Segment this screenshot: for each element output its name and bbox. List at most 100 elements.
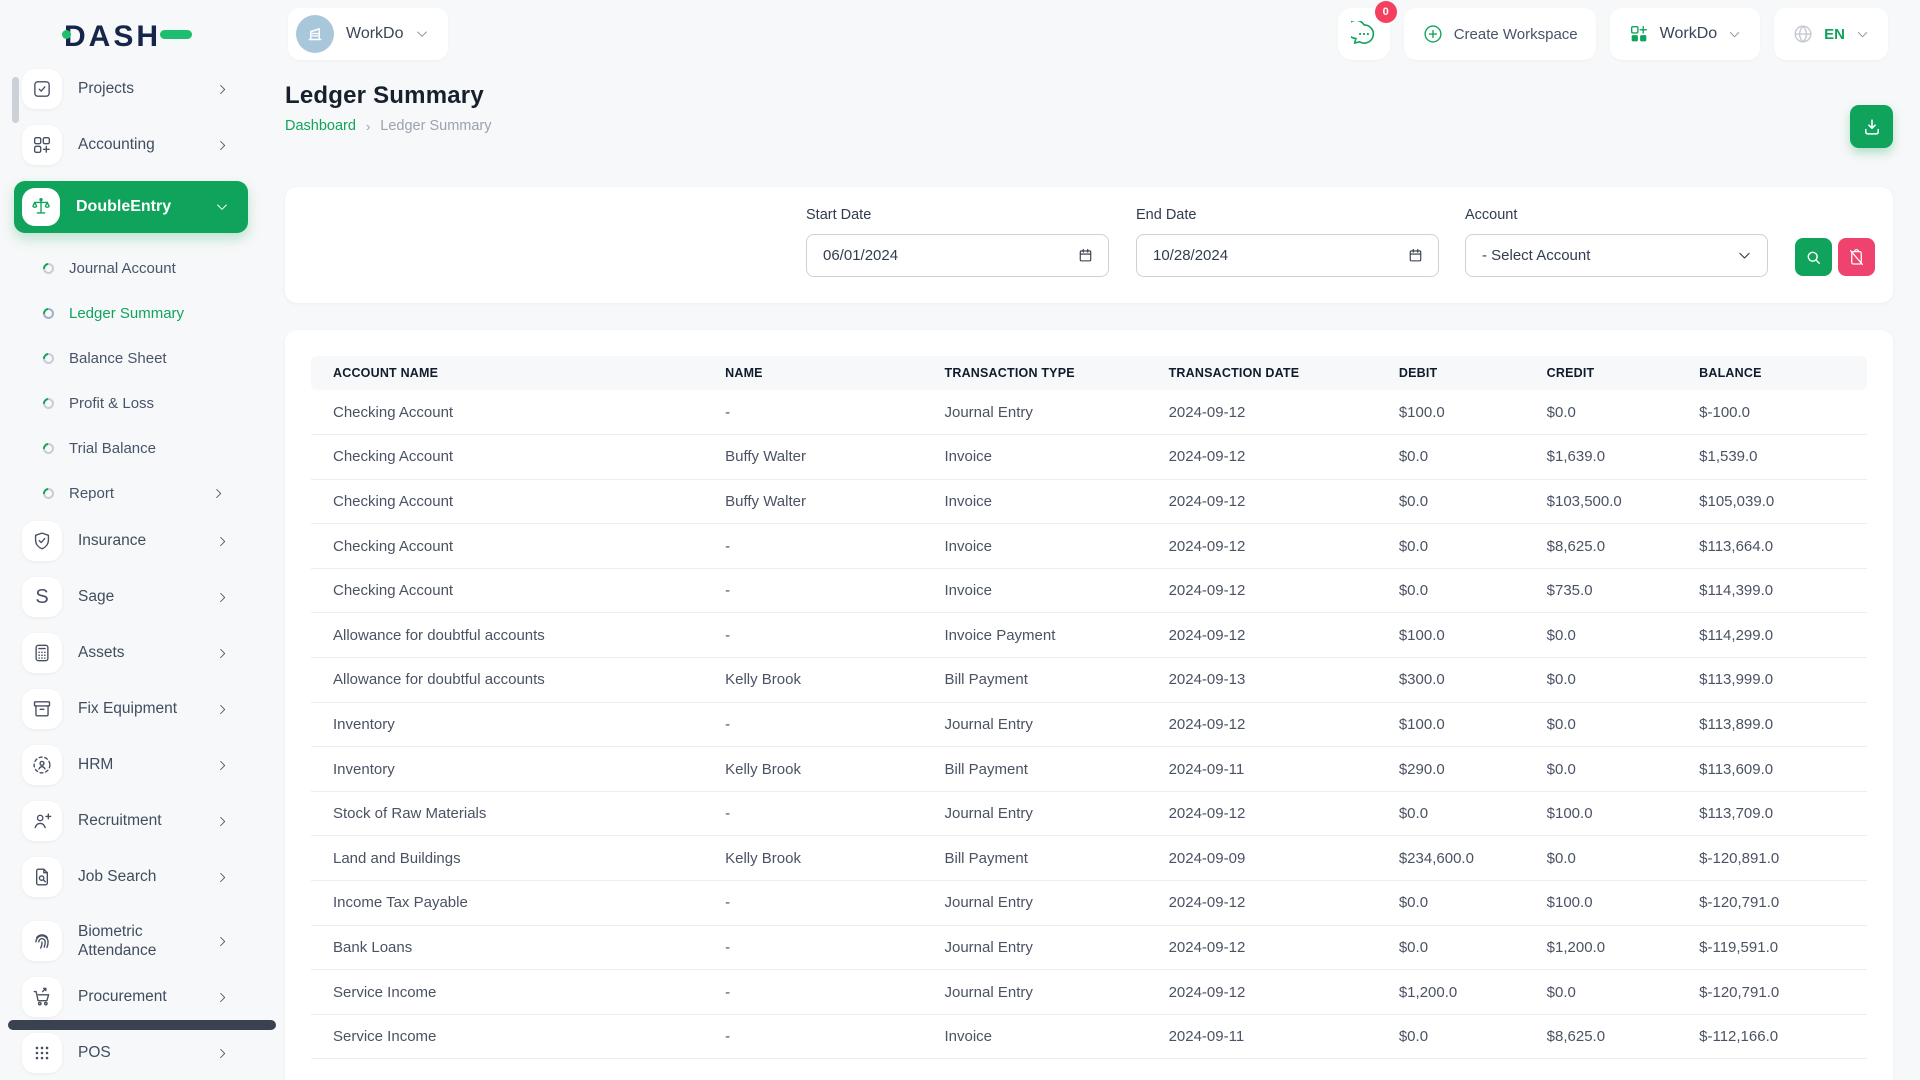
table-cell: $100.0 (1377, 613, 1525, 658)
table-cell: $-100.0 (1677, 390, 1867, 435)
top-header: DASH WorkDo 0 Create Workspace WorkDo EN (0, 0, 1920, 70)
table-cell: Kelly Brook (703, 747, 922, 792)
sage-icon-box: S (22, 577, 62, 617)
end-date-value: 10/28/2024 (1153, 247, 1407, 264)
apply-filter-button[interactable] (1795, 238, 1832, 276)
sidebar-item-doubleentry[interactable]: DoubleEntry (14, 181, 248, 233)
sidebar-subitem-balance-sheet[interactable]: Balance Sheet (43, 341, 262, 375)
account-select[interactable]: - Select Account (1465, 234, 1768, 277)
building-icon (304, 23, 326, 45)
sidebar-item-fix-equipment[interactable]: Fix Equipment (22, 689, 262, 729)
table-cell: $113,664.0 (1677, 524, 1867, 569)
sidebar-horizontal-scrollbar[interactable] (8, 1020, 276, 1030)
messages-button[interactable]: 0 (1338, 8, 1390, 60)
breadcrumb-current: Ledger Summary (380, 118, 491, 134)
sidebar-item-projects[interactable]: Projects (22, 69, 262, 109)
sidebar-subitem-ledger-summary[interactable]: Ledger Summary (43, 296, 262, 330)
table-cell: Checking Account (311, 568, 703, 613)
table-cell: $0.0 (1377, 435, 1525, 480)
create-workspace-button[interactable]: Create Workspace (1404, 8, 1596, 60)
column-header-transaction-type: TRANSACTION TYPE (923, 356, 1147, 390)
table-cell: Bill Payment (923, 747, 1147, 792)
bullet-icon (41, 260, 56, 275)
end-date-label: End Date (1136, 207, 1439, 223)
table-cell: $103,500.0 (1525, 479, 1677, 524)
workspace-switcher[interactable]: WorkDo (288, 8, 448, 60)
table-cell: 2024-09-13 (1147, 658, 1377, 703)
table-cell: - (703, 1014, 922, 1059)
table-cell: Allowance for doubtful accounts (311, 613, 703, 658)
table-cell: 2024-09-09 (1147, 836, 1377, 881)
table-cell: - (703, 881, 922, 926)
sidebar-item-label: Insurance (78, 531, 146, 550)
table-cell: $0.0 (1525, 702, 1677, 747)
chevron-right-icon (215, 590, 230, 605)
doubleentry-icon-box (22, 188, 60, 226)
table-cell: Checking Account (311, 435, 703, 480)
table-cell: Journal Entry (923, 970, 1147, 1015)
table-cell: Journal Entry (923, 881, 1147, 926)
table-cell: Checking Account (311, 524, 703, 569)
language-selector[interactable]: EN (1774, 8, 1888, 60)
breadcrumb-dashboard-link[interactable]: Dashboard (285, 118, 356, 134)
chevron-right-icon (215, 646, 230, 661)
table-cell: $0.0 (1377, 524, 1525, 569)
sidebar-item-label: Procurement (78, 987, 167, 1006)
table-cell: 2024-09-12 (1147, 881, 1377, 926)
sidebar-subitem-journal-account[interactable]: Journal Account (43, 251, 262, 285)
sidebar-subitem-profit-loss[interactable]: Profit & Loss (43, 386, 262, 420)
sidebar-item-pos[interactable]: POS (22, 1033, 262, 1073)
sidebar-item-hrm[interactable]: HRM (22, 745, 262, 785)
table-cell: $113,999.0 (1677, 658, 1867, 703)
sidebar-item-procurement[interactable]: Procurement (22, 977, 262, 1017)
table-cell: $1,200.0 (1377, 970, 1525, 1015)
account-group: Account - Select Account (1465, 207, 1768, 277)
sidebar-item-job-search[interactable]: Job Search (22, 857, 262, 897)
table-cell: Journal Entry (923, 925, 1147, 970)
sidebar-subitem-report[interactable]: Report (43, 476, 262, 510)
sidebar-item-sage[interactable]: SSage (22, 577, 262, 617)
chevron-right-icon (215, 1046, 230, 1061)
calendar-icon[interactable] (1407, 247, 1424, 264)
biometric-icon-box (22, 921, 62, 961)
table-cell: Service Income (311, 1014, 703, 1059)
table-cell: $0.0 (1525, 747, 1677, 792)
table-cell: $114,299.0 (1677, 613, 1867, 658)
workdo-menu-button[interactable]: WorkDo (1610, 8, 1761, 60)
projects-icon (31, 78, 53, 100)
grid-plus-icon (1628, 23, 1650, 45)
column-header-name: NAME (703, 356, 922, 390)
chevron-down-icon (1727, 27, 1742, 42)
column-header-balance: BALANCE (1677, 356, 1867, 390)
sidebar-item-assets[interactable]: Assets (22, 633, 262, 673)
sidebar-subitem-label: Trial Balance (69, 440, 156, 457)
pos-icon-box (22, 1033, 62, 1073)
projects-icon-box (22, 69, 62, 109)
sidebar-item-insurance[interactable]: Insurance (22, 521, 262, 561)
table-cell: $113,609.0 (1677, 747, 1867, 792)
sidebar-item-accounting[interactable]: Accounting (22, 125, 262, 165)
assets-icon-box (22, 633, 62, 673)
end-date-group: End Date 10/28/2024 (1136, 207, 1439, 277)
download-button[interactable] (1850, 105, 1893, 148)
start-date-input[interactable]: 06/01/2024 (806, 234, 1109, 277)
table-cell: $0.0 (1525, 390, 1677, 435)
sidebar-item-biometric-attendance[interactable]: Biometric Attendance (22, 913, 262, 969)
assets-icon (31, 642, 53, 664)
reset-filter-button[interactable] (1838, 238, 1875, 276)
chevron-right-icon (215, 138, 230, 153)
bullet-icon (41, 440, 56, 455)
chevron-right-icon (215, 990, 230, 1005)
calendar-icon[interactable] (1077, 247, 1094, 264)
job-search-icon-box (22, 857, 62, 897)
chevron-down-icon (1855, 27, 1870, 42)
sidebar-item-recruitment[interactable]: Recruitment (22, 801, 262, 841)
job-search-icon (31, 866, 53, 888)
end-date-input[interactable]: 10/28/2024 (1136, 234, 1439, 277)
sidebar-subitem-trial-balance[interactable]: Trial Balance (43, 431, 262, 465)
table-body: Checking Account-Journal Entry2024-09-12… (311, 390, 1867, 1059)
page-title: Ledger Summary (285, 82, 484, 110)
table-cell: $-112,166.0 (1677, 1014, 1867, 1059)
table-cell: $8,625.0 (1525, 1014, 1677, 1059)
table-cell: Invoice (923, 524, 1147, 569)
